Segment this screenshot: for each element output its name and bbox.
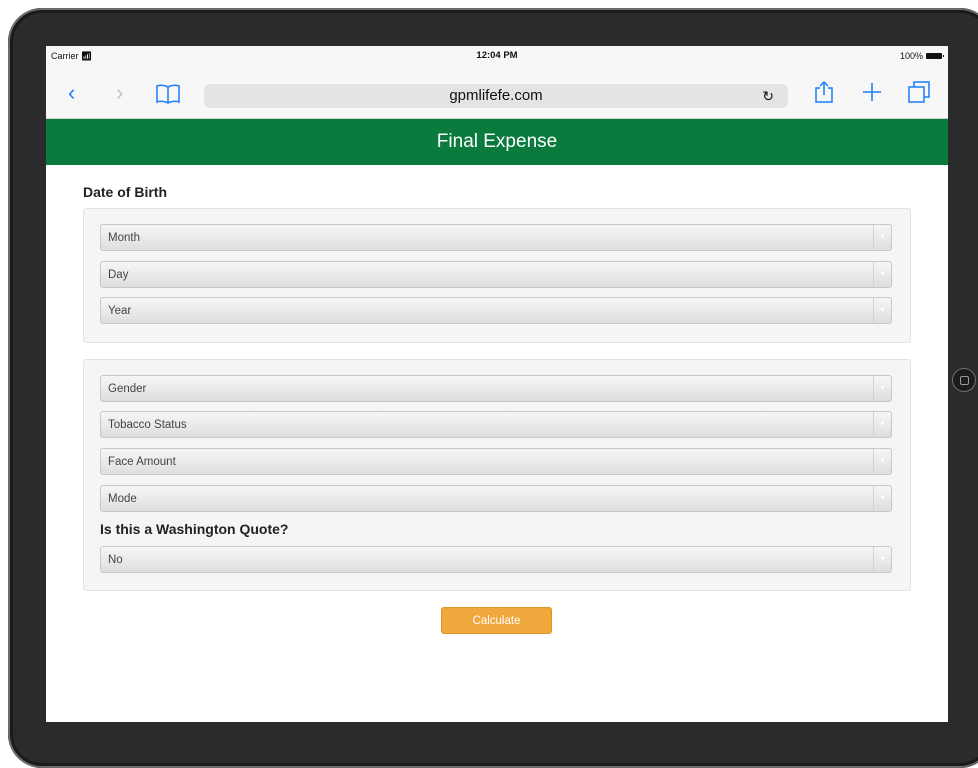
year-select[interactable]: Year ▼ <box>100 297 892 324</box>
battery-icon <box>926 53 944 59</box>
chevron-down-icon: ▼ <box>873 547 891 572</box>
calculate-button[interactable]: Calculate <box>441 607 552 634</box>
reload-icon[interactable]: ↻ <box>762 84 774 108</box>
dob-heading: Date of Birth <box>83 184 167 200</box>
face-amount-select-label: Face Amount <box>108 456 176 468</box>
home-button[interactable] <box>952 368 976 392</box>
battery-percent: 100% <box>899 51 923 61</box>
month-select-label: Month <box>108 232 140 244</box>
day-select-label: Day <box>108 269 129 281</box>
browser-toolbar: ‹ › gpmlifefe.com ↻ <box>46 68 948 119</box>
gender-select-label: Gender <box>108 383 147 395</box>
status-time: 12:04 PM <box>476 50 518 61</box>
status-battery-group: 100% <box>899 51 944 61</box>
month-select[interactable]: Month ▼ <box>100 224 892 251</box>
chevron-down-icon: ▼ <box>873 486 891 511</box>
screen: Carrier 📶︎ 12:04 PM 100% ‹ › gpmlifefe.c… <box>46 46 948 722</box>
day-select[interactable]: Day ▼ <box>100 261 892 288</box>
chevron-down-icon: ▼ <box>873 262 891 287</box>
url-text: gpmlifefe.com <box>449 87 543 104</box>
face-amount-select[interactable]: Face Amount ▼ <box>100 448 892 475</box>
chevron-down-icon: ▼ <box>873 376 891 401</box>
gender-select[interactable]: Gender ▼ <box>100 375 892 402</box>
back-chevron-icon[interactable]: ‹ <box>68 82 75 104</box>
tabs-icon[interactable] <box>908 81 930 103</box>
bookmarks-book-icon[interactable] <box>156 84 180 104</box>
home-button-glyph <box>959 375 969 385</box>
washington-question: Is this a Washington Quote? <box>100 521 289 537</box>
tobacco-select-label: Tobacco Status <box>108 419 187 431</box>
forward-chevron-icon[interactable]: › <box>116 82 123 104</box>
status-bar: Carrier 📶︎ 12:04 PM 100% <box>46 46 948 68</box>
share-icon[interactable] <box>814 80 834 104</box>
year-select-label: Year <box>108 305 132 317</box>
washington-select[interactable]: No ▼ <box>100 546 892 573</box>
new-tab-plus-icon[interactable] <box>862 82 882 102</box>
washington-select-label: No <box>108 554 123 566</box>
page-header: Final Expense <box>46 119 948 165</box>
address-bar[interactable]: gpmlifefe.com ↻ <box>204 84 788 108</box>
mode-select-label: Mode <box>108 493 137 505</box>
chevron-down-icon: ▼ <box>873 449 891 474</box>
tobacco-select[interactable]: Tobacco Status ▼ <box>100 411 892 438</box>
chevron-down-icon: ▼ <box>873 298 891 323</box>
mode-select[interactable]: Mode ▼ <box>100 485 892 512</box>
chevron-down-icon: ▼ <box>873 412 891 437</box>
chevron-down-icon: ▼ <box>873 225 891 250</box>
